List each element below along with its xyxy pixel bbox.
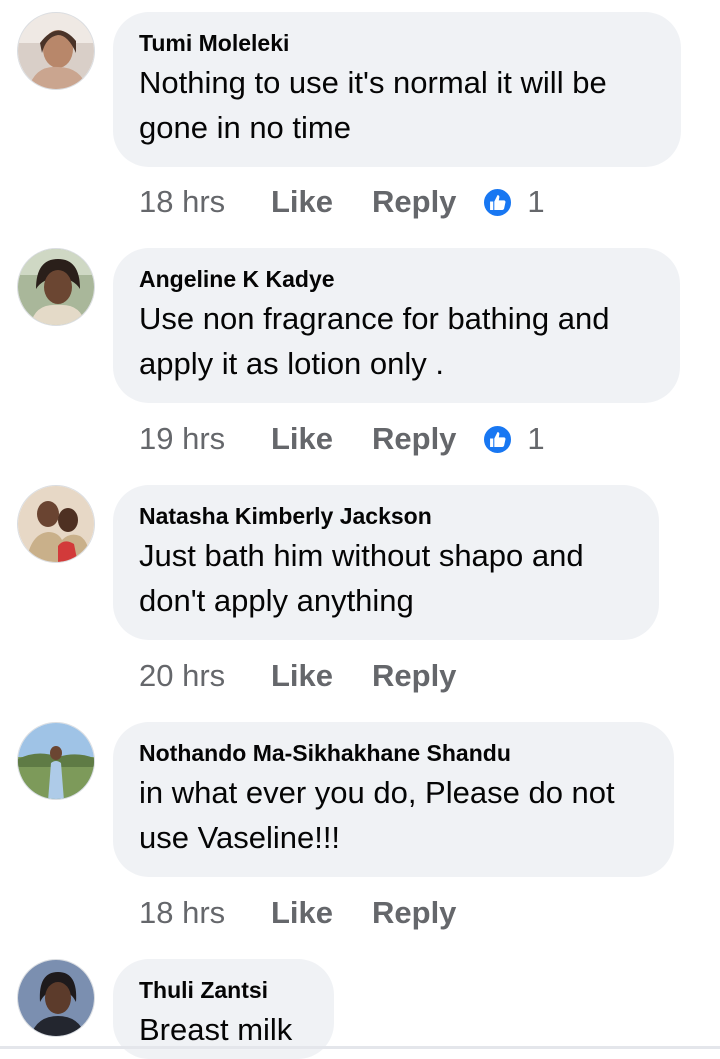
comment-text-line: don't apply anything	[139, 583, 414, 618]
comment-timestamp[interactable]: 18 hrs	[139, 893, 271, 933]
comment-text-line: Use non fragrance for bathing and	[139, 301, 610, 336]
comment-actions: 18 hrs Like Reply 1	[139, 182, 545, 222]
comment-text-line: apply it as lotion only .	[139, 346, 445, 381]
comment-actions: 18 hrs Like Reply	[139, 893, 456, 933]
comment-bubble: Nothando Ma-Sikhakhane Shandu in what ev…	[113, 722, 674, 877]
profile-photo	[18, 249, 94, 325]
comment-author[interactable]: Thuli Zantsi	[139, 973, 308, 1007]
comment-bubble: Tumi Moleleki Nothing to use it's normal…	[113, 12, 681, 167]
comment-timestamp[interactable]: 19 hrs	[139, 419, 271, 459]
reply-button[interactable]: Reply	[372, 656, 456, 696]
like-button[interactable]: Like	[271, 419, 372, 459]
comment-text-line: Nothing to use it's normal it will be	[139, 65, 607, 100]
comment-author[interactable]: Nothando Ma-Sikhakhane Shandu	[139, 736, 648, 770]
comment-author[interactable]: Angeline K Kadye	[139, 262, 654, 296]
like-button[interactable]: Like	[271, 893, 372, 933]
avatar[interactable]	[17, 722, 95, 800]
comment-timestamp[interactable]: 18 hrs	[139, 182, 271, 222]
comment-bubble: Natasha Kimberly Jackson Just bath him w…	[113, 485, 659, 640]
reaction-count: 1	[527, 184, 545, 219]
avatar[interactable]	[17, 12, 95, 90]
avatar[interactable]	[17, 959, 95, 1037]
reply-button[interactable]: Reply	[372, 893, 456, 933]
profile-photo	[18, 723, 94, 799]
comment-text-line: in what ever you do, Please do not	[139, 775, 615, 810]
comment-actions: 20 hrs Like Reply	[139, 656, 456, 696]
reaction-count: 1	[527, 421, 545, 456]
like-button[interactable]: Like	[271, 182, 372, 222]
avatar[interactable]	[17, 485, 95, 563]
comment-thread: Tumi Moleleki Nothing to use it's normal…	[0, 0, 720, 1059]
comment-bubble: Thuli Zantsi Breast milk	[113, 959, 334, 1059]
reaction-summary[interactable]: 1	[482, 419, 545, 459]
comment-author[interactable]: Tumi Moleleki	[139, 26, 655, 60]
thumbs-up-icon	[482, 186, 514, 218]
like-button[interactable]: Like	[271, 656, 372, 696]
reaction-summary[interactable]: 1	[482, 182, 545, 222]
profile-photo	[18, 486, 94, 562]
comment-actions: 19 hrs Like Reply 1	[139, 419, 545, 459]
thumbs-up-icon	[482, 423, 514, 455]
comment-text-line: Just bath him without shapo and	[139, 538, 584, 573]
profile-photo	[18, 960, 94, 1036]
comment-text-line: gone in no time	[139, 110, 351, 145]
profile-photo	[18, 13, 94, 89]
reply-button[interactable]: Reply	[372, 419, 456, 459]
comment-timestamp[interactable]: 20 hrs	[139, 656, 271, 696]
avatar[interactable]	[17, 248, 95, 326]
comment-bubble: Angeline K Kadye Use non fragrance for b…	[113, 248, 680, 403]
reply-button[interactable]: Reply	[372, 182, 456, 222]
comment-text-line: use Vaseline!!!	[139, 820, 341, 855]
comment-author[interactable]: Natasha Kimberly Jackson	[139, 499, 633, 533]
